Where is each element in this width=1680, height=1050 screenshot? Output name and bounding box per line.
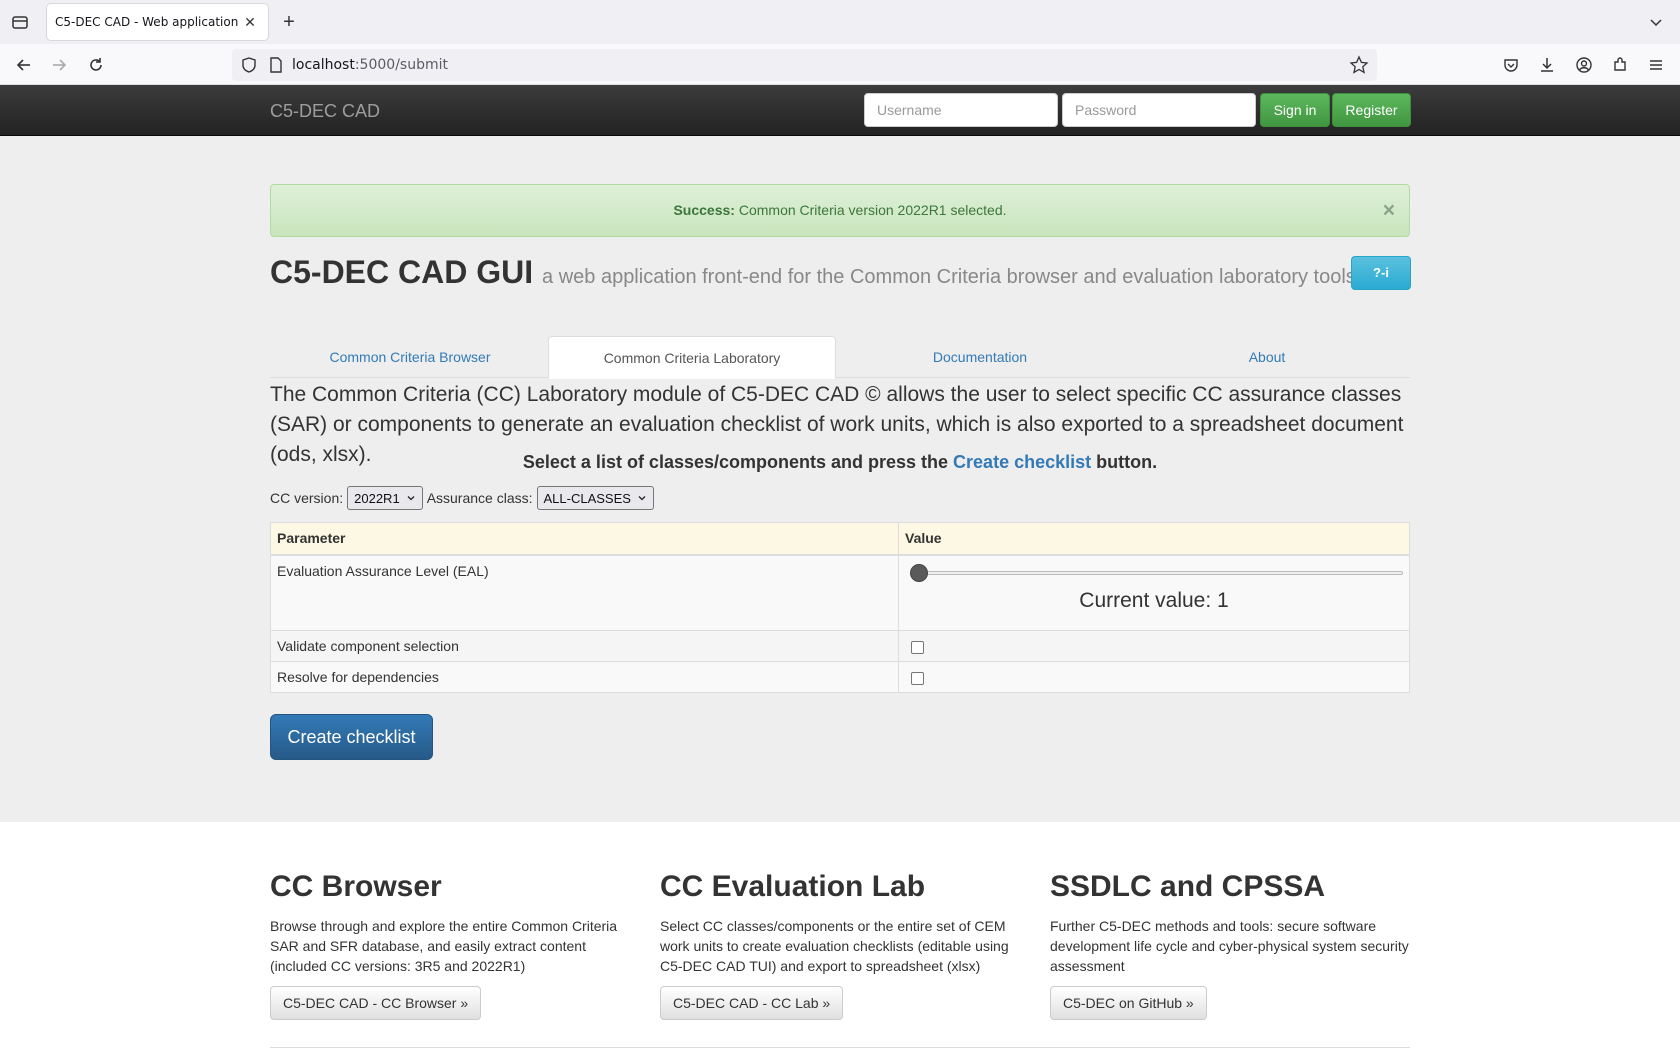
assurance-class-label: Assurance class: (426, 490, 533, 506)
sign-in-button[interactable]: Sign in (1260, 93, 1330, 127)
hamburger-menu-icon[interactable] (1645, 54, 1667, 76)
account-icon[interactable] (1573, 54, 1595, 76)
help-info-button[interactable]: ?-i (1351, 256, 1411, 290)
table-row: Resolve for dependencies (270, 661, 1410, 693)
param-validate: Validate component selection (270, 630, 899, 662)
assurance-class-value: ALL-CLASSES (543, 490, 631, 506)
chevron-down-icon[interactable] (1646, 12, 1666, 32)
star-icon[interactable] (1349, 55, 1369, 75)
feature-text: Browse through and explore the entire Co… (270, 918, 618, 974)
validate-checkbox[interactable] (911, 641, 924, 654)
browser-toolbar: localhost:5000/submit (0, 44, 1680, 85)
instruction-pre: Select a list of classes/components and … (522, 452, 954, 472)
download-icon[interactable] (1536, 54, 1558, 76)
shield-icon[interactable] (240, 56, 258, 74)
site-navbar: C5-DEC CAD Sign in Register (0, 85, 1680, 136)
browser-tab[interactable]: C5-DEC CAD - Web application ✕ (47, 4, 268, 40)
url-host: localhost (292, 57, 355, 73)
github-button[interactable]: C5-DEC on GitHub » (1050, 986, 1207, 1020)
browser-tabstrip: C5-DEC CAD - Web application ✕ + (0, 0, 1680, 44)
cc-version-value: 2022R1 (354, 490, 400, 506)
address-bar[interactable]: localhost:5000/submit (232, 49, 1377, 81)
create-checklist-button[interactable]: Create checklist (270, 714, 433, 760)
alert-strong: Success: (673, 202, 735, 218)
parameter-table: Parameter Value Evaluation Assurance Lev… (270, 522, 1410, 693)
success-alert: Success: Common Criteria version 2022R1 … (270, 184, 1410, 237)
alert-message: Common Criteria version 2022R1 selected. (734, 202, 1007, 218)
page-icon[interactable] (268, 56, 284, 74)
feature-title: CC Evaluation Lab (660, 870, 926, 903)
resolve-cell (898, 661, 1410, 693)
selector-row: CC version: 2022R1 Assurance class: ALL-… (270, 484, 654, 512)
page-title: C5-DEC CAD GUI a web application front-e… (270, 254, 1356, 291)
table-row: Evaluation Assurance Level (EAL) Current… (270, 554, 1410, 631)
cc-version-label: CC version: (270, 490, 344, 506)
eal-cell: Current value: 1 (898, 554, 1410, 631)
puzzle-icon[interactable] (1609, 54, 1631, 76)
tab-about[interactable]: About (1124, 336, 1410, 378)
brand-link[interactable]: C5-DEC CAD (270, 101, 380, 122)
eal-slider[interactable] (910, 563, 1403, 582)
register-button[interactable]: Register (1332, 93, 1411, 127)
feature-cc-browser: CC Browser Browse through and explore th… (270, 870, 630, 1020)
eal-slider-handle[interactable] (910, 563, 928, 582)
validate-cell (898, 630, 1410, 662)
back-arrow-icon[interactable] (12, 53, 36, 77)
feature-cc-lab: CC Evaluation Lab Select CC classes/comp… (660, 870, 1020, 1020)
table-header-row: Parameter Value (270, 522, 1410, 556)
page-title-text: C5-DEC CAD GUI (270, 254, 534, 290)
resolve-checkbox[interactable] (911, 672, 924, 685)
tab-cc-laboratory[interactable]: Common Criteria Laboratory (548, 336, 836, 379)
feature-ssdlc: SSDLC and CPSSA Further C5-DEC methods a… (1050, 870, 1410, 1020)
table-row: Validate component selection (270, 630, 1410, 662)
feature-title: CC Browser (270, 870, 442, 903)
forward-arrow-icon[interactable] (47, 53, 71, 77)
url-text[interactable]: localhost:5000/submit (292, 57, 448, 73)
tab-list-icon[interactable] (10, 12, 30, 32)
assurance-class-select[interactable]: ALL-CLASSES (536, 486, 654, 510)
cc-version-select[interactable]: 2022R1 (347, 486, 423, 510)
pocket-icon[interactable] (1500, 54, 1522, 76)
main-panel: Success: Common Criteria version 2022R1 … (0, 136, 1680, 822)
browser-tab-title: C5-DEC CAD - Web application (55, 15, 239, 29)
close-tab-icon[interactable]: ✕ (240, 12, 260, 32)
column-header-parameter: Parameter (270, 522, 899, 556)
create-checklist-link[interactable]: Create checklist (953, 452, 1091, 472)
column-header-value: Value (898, 522, 1410, 556)
tab-cc-browser[interactable]: Common Criteria Browser (270, 336, 550, 378)
tab-documentation[interactable]: Documentation (836, 336, 1124, 378)
feature-text: Select CC classes/components or the enti… (660, 918, 1009, 974)
password-input[interactable] (1062, 93, 1256, 127)
instruction-post: button. (1091, 452, 1158, 472)
username-input[interactable] (864, 93, 1058, 127)
footer-divider (270, 1047, 1410, 1048)
url-path: :5000/submit (354, 57, 448, 73)
cc-browser-button[interactable]: C5-DEC CAD - CC Browser » (270, 986, 482, 1020)
instruction-heading: Select a list of classes/components and … (270, 452, 1410, 473)
param-resolve: Resolve for dependencies (270, 661, 899, 693)
chevron-down-icon (407, 496, 415, 501)
new-tab-icon[interactable]: + (279, 12, 299, 32)
feature-text: Further C5-DEC methods and tools: secure… (1050, 918, 1409, 974)
cc-lab-button[interactable]: C5-DEC CAD - CC Lab » (660, 986, 844, 1020)
chevron-down-icon (638, 496, 646, 501)
close-icon[interactable]: × (1383, 185, 1395, 236)
eal-current-value: Current value: 1 (1079, 588, 1229, 612)
feature-title: SSDLC and CPSSA (1050, 870, 1326, 903)
param-eal: Evaluation Assurance Level (EAL) (270, 554, 899, 631)
nav-tabs: Common Criteria Browser Common Criteria … (270, 336, 1410, 379)
page-subtitle: a web application front-end for the Comm… (542, 266, 1356, 288)
reload-icon[interactable] (84, 53, 108, 77)
